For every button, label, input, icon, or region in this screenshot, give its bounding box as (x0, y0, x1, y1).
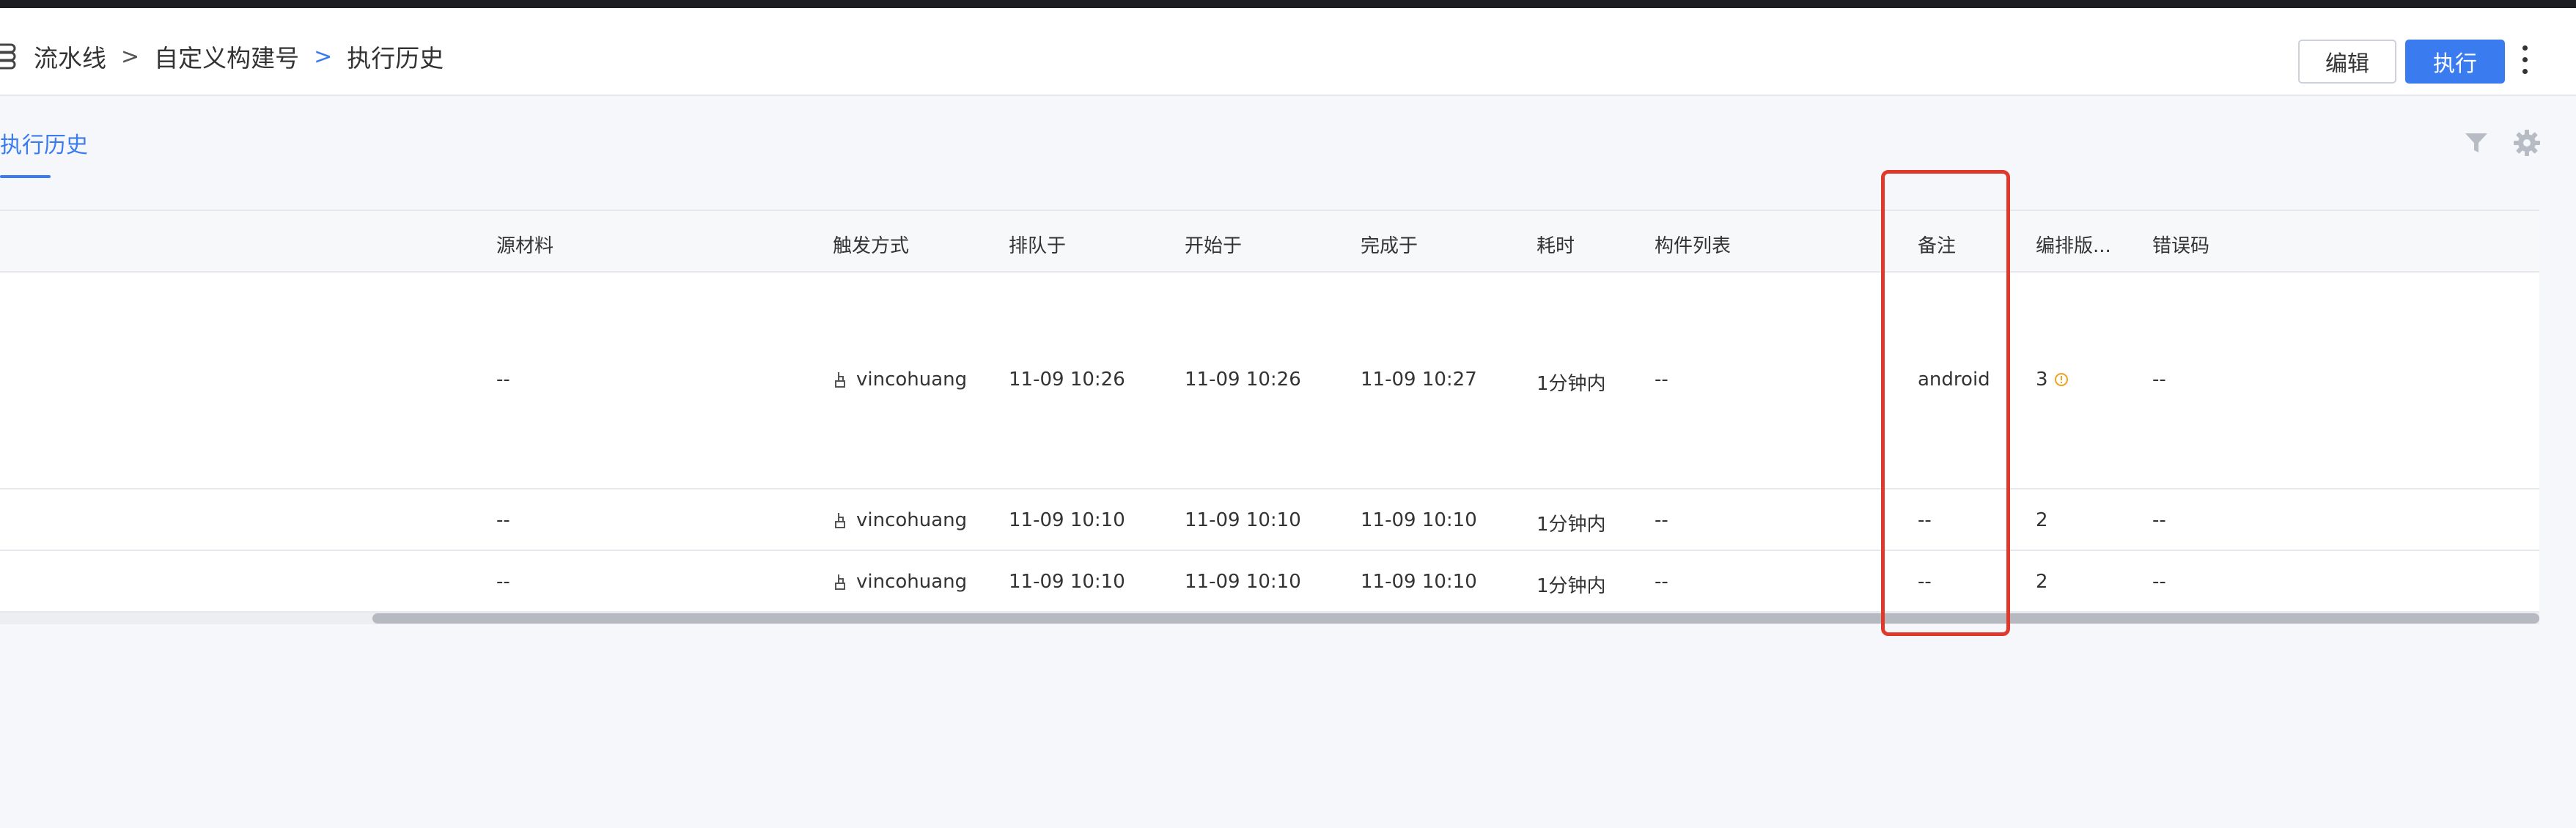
manual-trigger-icon (835, 513, 845, 528)
more-menu-icon[interactable] (2517, 42, 2532, 83)
breadcrumb-item-custom-build-number[interactable]: 自定义构建号 (154, 39, 299, 74)
breadcrumb-separator: > (314, 43, 333, 70)
cell-finished: 11-09 10:27 (1361, 369, 1477, 391)
page-header: 流水线 > 自定义构建号 > 执行历史 编辑 执行 (0, 8, 2576, 96)
cell-error-code: -- (2152, 571, 2166, 593)
cell-trigger: vincohuang (833, 571, 967, 593)
cell-version: 2 (2036, 571, 2048, 593)
column-header-version: 编排版... (2036, 235, 2111, 257)
execution-history-table: 源材料 触发方式 排队于 开始于 完成于 耗时 构件列表 备注 编排版... 错… (0, 210, 2539, 614)
tab-execution-history[interactable]: 执行历史 (0, 127, 88, 159)
cell-finished: 11-09 10:10 (1361, 571, 1477, 593)
column-header-queued: 排队于 (1009, 235, 1067, 257)
cell-error-code: -- (2152, 369, 2166, 391)
info-warning-icon[interactable] (2054, 372, 2069, 387)
table-row[interactable]: -- vincohuang 11-09 10:10 11-09 10:10 11… (0, 489, 2539, 551)
edit-button[interactable]: 编辑 (2298, 40, 2396, 84)
column-header-error-code: 错误码 (2152, 235, 2210, 257)
table-header: 源材料 触发方式 排队于 开始于 完成于 耗时 构件列表 备注 编排版... 错… (0, 210, 2539, 273)
cell-started: 11-09 10:10 (1185, 509, 1301, 531)
table-row[interactable]: -- vincohuang 11-09 10:26 11-09 10:26 11… (0, 273, 2539, 489)
column-header-artifacts: 构件列表 (1655, 235, 1732, 257)
column-header-duration: 耗时 (1537, 235, 1575, 257)
breadcrumb: 流水线 > 自定义构建号 > 执行历史 (0, 39, 444, 74)
cell-source: -- (496, 571, 510, 593)
manual-trigger-icon (835, 372, 845, 388)
cell-source: -- (496, 509, 510, 531)
cell-version: 3 (2036, 369, 2069, 391)
trigger-user: vincohuang (856, 509, 968, 531)
cell-duration: 1分钟内 (1537, 373, 1606, 395)
cell-artifacts: -- (1655, 369, 1668, 391)
cell-error-code: -- (2152, 509, 2166, 531)
trigger-user: vincohuang (856, 571, 968, 593)
highlight-annotation-box (1881, 170, 2010, 636)
cell-duration: 1分钟内 (1537, 575, 1606, 597)
filter-icon[interactable] (2464, 130, 2489, 155)
gear-icon[interactable] (2513, 129, 2541, 157)
pipeline-icon (0, 43, 16, 70)
cell-queued: 11-09 10:26 (1009, 369, 1125, 391)
cell-started: 11-09 10:26 (1185, 369, 1301, 391)
cell-artifacts: -- (1655, 571, 1668, 593)
table-row[interactable]: -- vincohuang 11-09 10:10 11-09 10:10 11… (0, 551, 2539, 613)
cell-trigger: vincohuang (833, 369, 967, 391)
run-button[interactable]: 执行 (2405, 40, 2505, 84)
column-header-trigger: 触发方式 (833, 235, 910, 257)
breadcrumb-item-pipeline[interactable]: 流水线 (34, 39, 106, 74)
cell-artifacts: -- (1655, 509, 1668, 531)
cell-version: 2 (2036, 509, 2048, 531)
column-header-finished: 完成于 (1361, 235, 1418, 257)
manual-trigger-icon (835, 574, 845, 590)
cell-finished: 11-09 10:10 (1361, 509, 1477, 531)
cell-started: 11-09 10:10 (1185, 571, 1301, 593)
column-header-started: 开始于 (1185, 235, 1243, 257)
cell-queued: 11-09 10:10 (1009, 509, 1125, 531)
top-bar (0, 0, 2576, 8)
active-tab-indicator (0, 175, 51, 178)
breadcrumb-item-execution-history: 执行历史 (347, 44, 444, 73)
trigger-user: vincohuang (856, 369, 968, 391)
horizontal-scrollbar-thumb[interactable] (372, 613, 2539, 624)
cell-queued: 11-09 10:10 (1009, 571, 1125, 593)
cell-source: -- (496, 369, 510, 391)
column-header-source: 源材料 (496, 235, 554, 257)
cell-trigger: vincohuang (833, 509, 967, 531)
version-number: 3 (2036, 369, 2048, 391)
breadcrumb-separator: > (121, 43, 140, 70)
cell-duration: 1分钟内 (1537, 514, 1606, 536)
